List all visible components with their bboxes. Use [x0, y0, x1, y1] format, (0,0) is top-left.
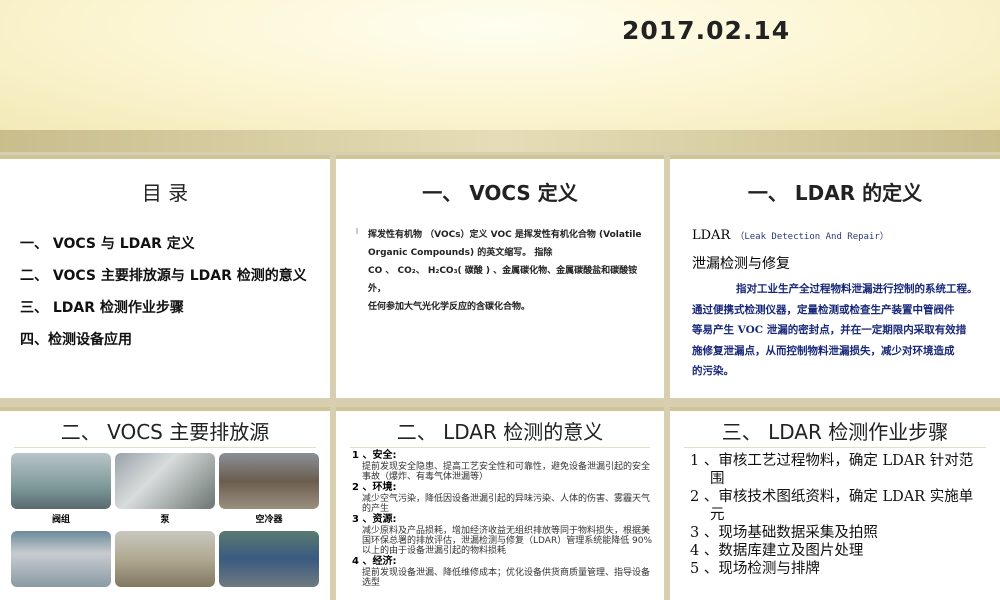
step-item: 3 、现场基础数据采集及拍照 — [690, 525, 878, 541]
text-line: 等易产生 VOC 泄漏的密封点，并在一定期限内采取有效措 — [692, 324, 967, 336]
step-item: 5 、现场检测与排牌 — [690, 561, 820, 577]
text-line: 指对工业生产全过程物料泄漏进行控制的系统工程。 — [736, 283, 978, 295]
bullet-icon — [356, 228, 358, 234]
slide-voc-definition[interactable]: 一、 VOCS 定义 挥发性有机物 （VOCs）定义 VOC 是挥发性有机化合物… — [336, 155, 664, 398]
photo-compressor — [219, 531, 319, 587]
slide-ldar-definition[interactable]: 一、 LDAR 的定义 LDAR （Leak Detection And Rep… — [670, 155, 1000, 398]
item-head: 3 、资源: — [352, 514, 397, 525]
text-line: 的污染。 — [692, 365, 734, 377]
toc-item: 三、 LDAR 检测作业步骤 — [20, 300, 184, 316]
caption: 泵 — [160, 515, 170, 525]
toc-item: 四、检测设备应用 — [20, 332, 132, 348]
item-body: 减少空气污染，降低因设备泄漏引起的异味污染、人体的伤害、雾霾天气的产生 — [362, 494, 651, 514]
text-line: 施修复泄漏点，从而控制物料泄漏损失，减少对环境造成 — [692, 344, 955, 357]
item-body: 提前发现设备泄漏、降低维修成本；优化设备供货商质量管理、指导设备选型 — [362, 568, 651, 588]
photo-valve-group — [11, 453, 111, 509]
slide-title: 一、 VOCS 定义 — [422, 181, 578, 205]
caption: 阀组 — [51, 515, 70, 525]
photo-air-cooler — [219, 453, 319, 509]
step-item: 1 、审核工艺过程物料，确定 LDAR 针对范围 — [690, 453, 974, 487]
ldar-full: （Leak Detection And Repair） — [735, 232, 889, 242]
slide-sources[interactable]: 二、 VOCS 主要排放源 阀组 泵 空冷器 — [0, 407, 330, 600]
slide-title: 二、 LDAR 检测的意义 — [396, 420, 604, 444]
caption: 空冷器 — [255, 515, 283, 525]
slide-title: 三、 LDAR 检测作业步骤 — [721, 420, 949, 444]
step-item: 2 、审核技术图纸资料，确定 LDAR 实施单元 — [690, 489, 974, 523]
toc-item: 二、 VOCS 主要排放源与 LDAR 检测的意义 — [20, 268, 307, 284]
photo-tank — [115, 531, 215, 587]
item-head: 2 、环境: — [352, 482, 397, 493]
ldar-abbr: LDAR — [692, 228, 731, 243]
slide-steps[interactable]: 三、 LDAR 检测作业步骤 1 、审核工艺过程物料，确定 LDAR 针对范围 … — [670, 407, 1000, 600]
slide-significance[interactable]: 二、 LDAR 检测的意义 1 、安全: 提前发现安全隐患、提高工艺安全性和可靠性… — [336, 407, 664, 600]
text-line: 通过便携式检测仪器，定量检测或检查生产装置中管阀件 — [692, 303, 955, 316]
text-line: 挥发性有机物 （VOCs）定义 VOC 是挥发性有机化合物 (Volatile — [368, 230, 642, 240]
toc-item: 一、 VOCS 与 LDAR 定义 — [20, 236, 195, 252]
item-head: 4 、经济: — [352, 556, 397, 567]
ldar-cn: 泄漏检测与修复 — [692, 256, 790, 272]
toc-title: 目 录 — [141, 181, 189, 205]
slide-toc[interactable]: 目 录 一、 VOCS 与 LDAR 定义 二、 VOCS 主要排放源与 LDA… — [0, 155, 330, 398]
item-head: 1 、安全: — [352, 450, 397, 461]
item-body: 减少原料及产品损耗，增加经济收益无组织排放等同于物料损失，根据美国环保总署的排放… — [362, 526, 653, 556]
item-body: 提前发现安全隐患、提高工艺安全性和可靠性，避免设备泄漏引起的安全事故（爆炸、有毒… — [362, 462, 651, 482]
text-line: CO 、 CO₂、 H₂CO₃( 碳酸 ) 、金属碳化物、金属碳酸盐和碳酸铵外， — [368, 266, 638, 294]
text-line: 任何参加大气光化学反应的含碳化合物。 — [368, 302, 531, 312]
step-item: 4 、数据库建立及图片处理 — [690, 543, 864, 559]
photo-heat-exchanger — [11, 531, 111, 587]
text-line: Organic Compounds) 的英文缩写。 指除 — [368, 248, 553, 258]
date-label: 2017.02.14 — [622, 16, 791, 45]
header-banner: 2017.02.14 — [0, 0, 1000, 130]
header-band — [0, 130, 1000, 152]
slide-title: 一、 LDAR 的定义 — [747, 181, 923, 205]
slide-title: 二、 VOCS 主要排放源 — [60, 420, 270, 444]
photo-pump — [115, 453, 215, 509]
